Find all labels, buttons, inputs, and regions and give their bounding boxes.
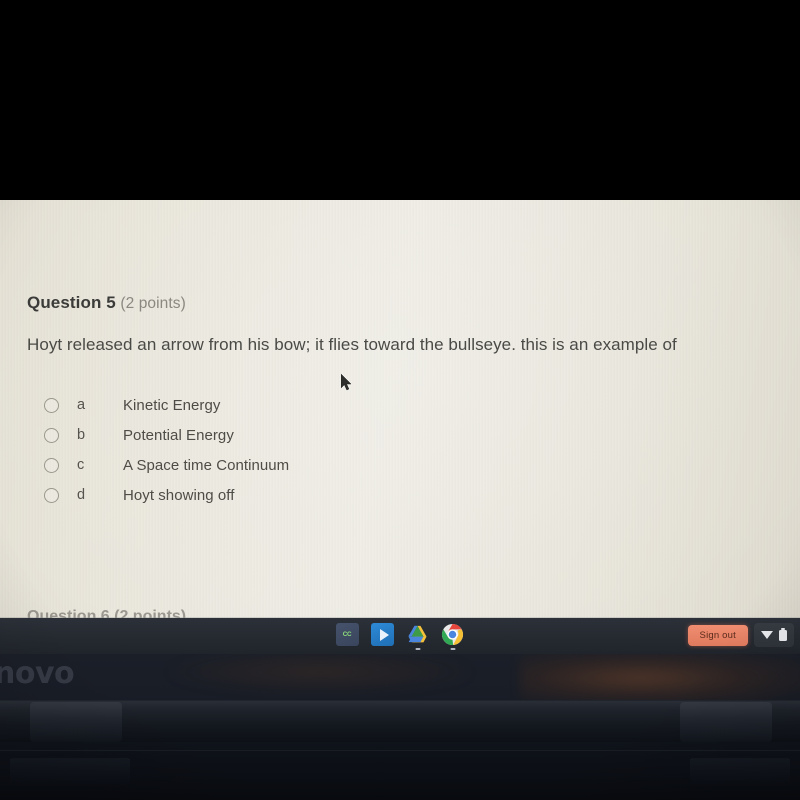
system-tray[interactable]: [754, 623, 794, 647]
wifi-icon: [761, 631, 773, 639]
shelf-app-icons: CC: [336, 623, 464, 650]
radio-button-icon-d[interactable]: [44, 487, 59, 503]
question-points: (2 points): [120, 295, 186, 312]
quiz-page: Question 5 (2 points) Hoyt released an a…: [0, 200, 800, 618]
letterbox-top-bar: [0, 0, 800, 200]
media-player-icon[interactable]: [371, 623, 394, 646]
answer-option-d[interactable]: d Hoyt showing off: [44, 480, 289, 510]
play-triangle-icon: [379, 628, 389, 641]
answer-option-a[interactable]: a Kinetic Energy: [44, 390, 289, 420]
question-number: Question 5: [27, 293, 116, 312]
option-label-a[interactable]: Kinetic Energy: [123, 397, 220, 414]
classroom-mark: CC: [343, 631, 352, 638]
drive-triangle-glyph: [408, 625, 427, 643]
option-letter-c: c: [77, 457, 85, 473]
question-header: Question 5 (2 points): [27, 293, 186, 313]
laptop-hinge-cap-left: [30, 702, 122, 742]
chromeos-shelf: CC Sign out: [0, 617, 800, 654]
option-letter-a: a: [77, 397, 86, 413]
shelf-running-dot: [415, 648, 420, 650]
option-label-d[interactable]: Hoyt showing off: [123, 487, 234, 504]
question-text: Hoyt released an arrow from his bow; it …: [27, 335, 677, 354]
answer-options-list: a Kinetic Energy b Potential Energy c A …: [44, 390, 289, 510]
laptop-hinge-cap-right: [680, 702, 772, 742]
google-chrome-icon[interactable]: [441, 623, 464, 650]
battery-icon: [779, 629, 787, 641]
mouse-cursor-icon: [341, 374, 352, 391]
option-label-c[interactable]: A Space time Continuum: [123, 457, 289, 474]
option-letter-d: d: [77, 487, 86, 503]
photo-of-laptop-screen: Question 5 (2 points) Hoyt released an a…: [0, 0, 800, 800]
option-label-b[interactable]: Potential Energy: [123, 427, 234, 444]
laptop-base-panel-left: [10, 758, 130, 786]
bezel-light-reflection-secondary: [170, 654, 470, 692]
shelf-running-dot: [450, 648, 455, 650]
laptop-base-panel-right: [690, 758, 790, 786]
google-classroom-icon[interactable]: CC: [336, 623, 359, 646]
radio-button-icon-b[interactable]: [44, 427, 59, 443]
chrome-glyph: [441, 623, 464, 646]
laptop-screen: Question 5 (2 points) Hoyt released an a…: [0, 200, 800, 618]
radio-button-icon-c[interactable]: [44, 457, 59, 473]
google-drive-icon[interactable]: [406, 623, 429, 650]
radio-button-icon-a[interactable]: [44, 397, 59, 413]
sign-out-button[interactable]: Sign out: [687, 625, 748, 646]
laptop-body: novo: [0, 654, 800, 800]
answer-option-c[interactable]: c A Space time Continuum: [44, 450, 289, 480]
option-letter-b: b: [77, 427, 86, 443]
lenovo-brand-text: novo: [0, 656, 75, 691]
answer-option-b[interactable]: b Potential Energy: [44, 420, 289, 450]
laptop-base: [0, 742, 800, 800]
